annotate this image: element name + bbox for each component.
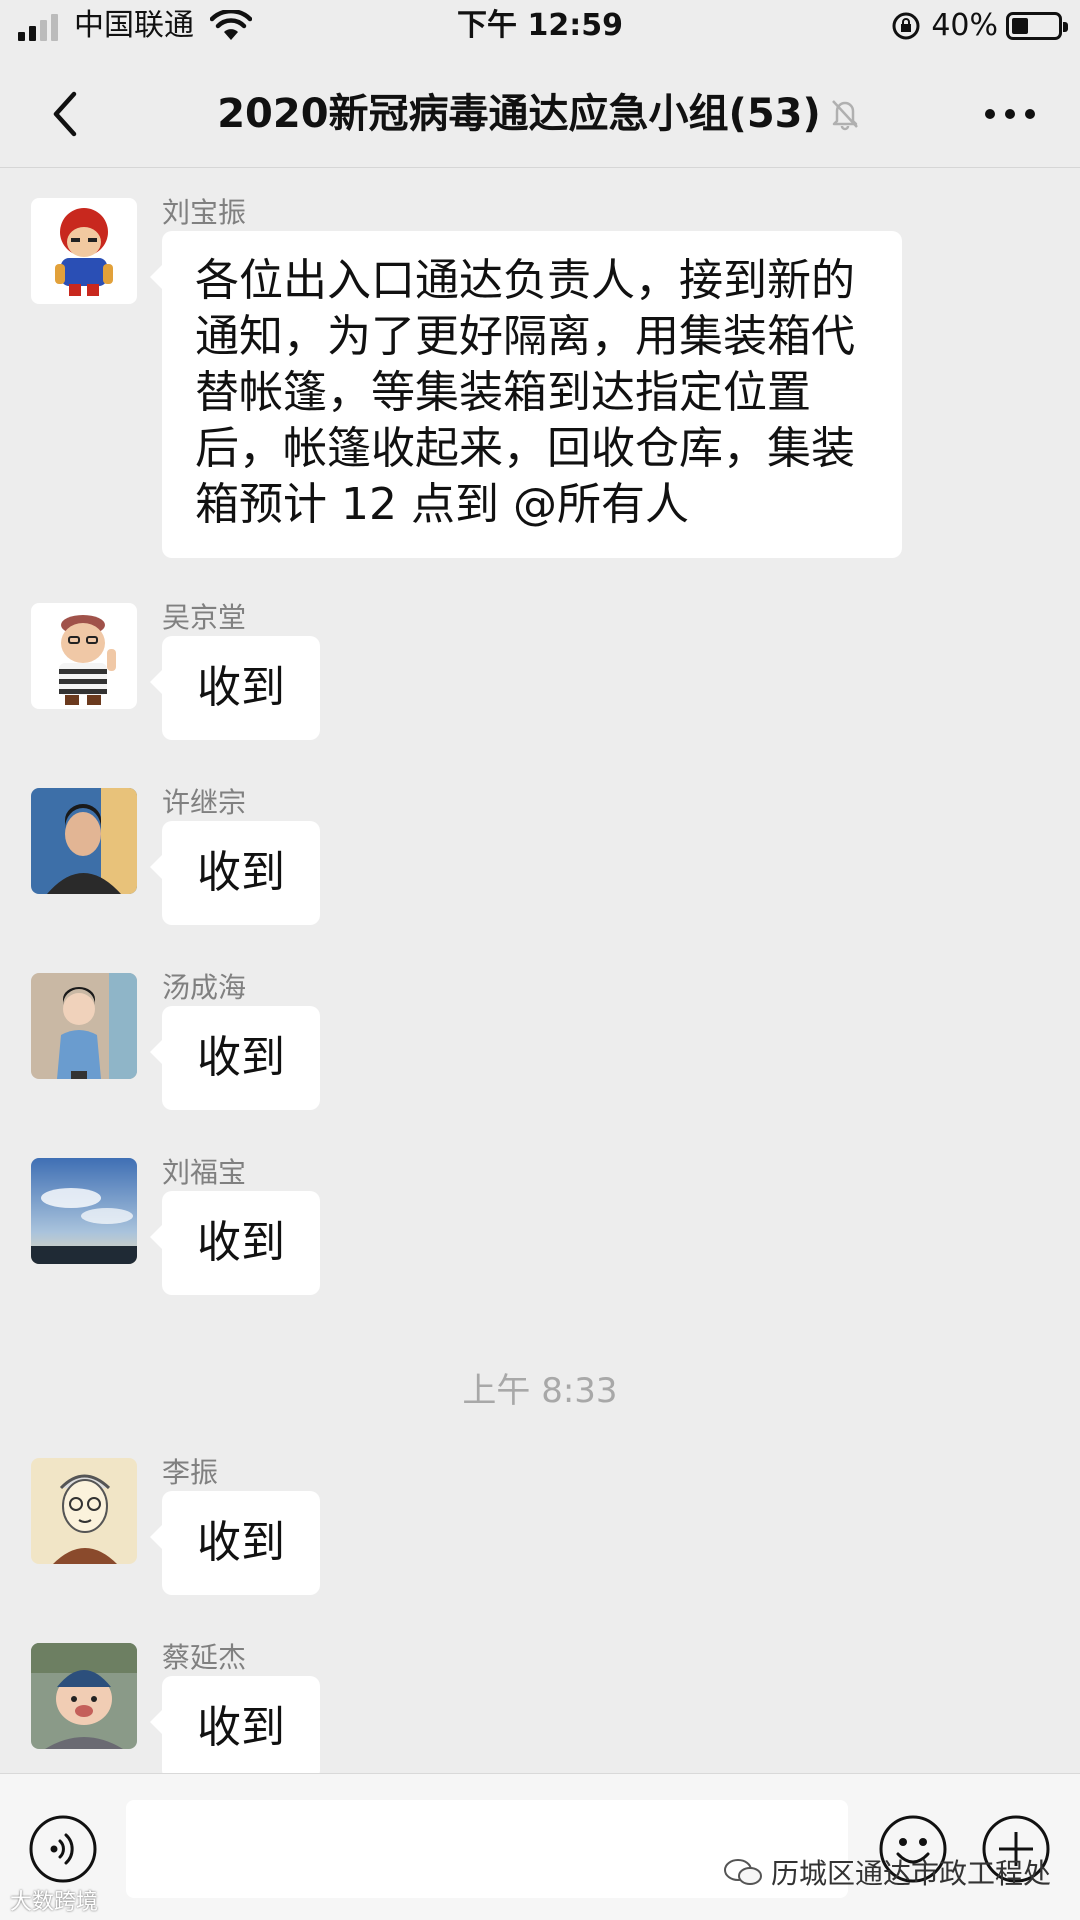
sender-name: 吴京堂 [162, 601, 247, 634]
battery-icon [1006, 12, 1068, 40]
input-bar [0, 1773, 1080, 1920]
chat-title: 2020新冠病毒通达应急小组(53) [0, 86, 1080, 142]
more-dots-icon[interactable] [980, 96, 1040, 132]
nav-bar: 2020新冠病毒通达应急小组(53) [0, 58, 1080, 168]
sketch-avatar[interactable] [31, 1458, 137, 1564]
photo-avatar[interactable] [31, 788, 137, 894]
account-watermark: 历城区通达市政工程处 [723, 1852, 1051, 1892]
message-bubble[interactable]: 收到 [150, 821, 320, 925]
chat-area[interactable]: 刘宝振 各位出入口通达负责人，接到新的通知，为了更好隔离，用集装箱代替帐篷，等集… [0, 168, 1080, 1773]
message-bubble[interactable]: 收到 [150, 636, 320, 740]
bell-off-icon [831, 100, 858, 131]
sender-name: 刘宝振 [162, 196, 247, 229]
message-bubble[interactable]: 收到 [150, 1491, 320, 1595]
child-photo-avatar[interactable] [31, 973, 137, 1079]
sender-name: 李振 [162, 1456, 219, 1489]
chat-title-text: 2020新冠病毒通达应急小组(53) [217, 91, 821, 137]
sender-name: 刘福宝 [162, 1156, 247, 1189]
wechat-logo-icon [724, 1859, 762, 1885]
sender-name: 蔡延杰 [162, 1641, 247, 1674]
cartoon-avatar[interactable] [31, 198, 137, 304]
sky-photo-avatar[interactable] [31, 1158, 137, 1264]
message-bubble[interactable]: 收到 [150, 1676, 320, 1773]
chat-timestamp: 上午 8:33 [462, 1371, 618, 1411]
cartoon-avatar[interactable] [31, 603, 137, 709]
status-right: 40% [891, 6, 1068, 46]
sender-name: 许继宗 [162, 786, 247, 819]
battery-percent: 40% [931, 8, 998, 43]
sender-name: 汤成海 [162, 971, 247, 1004]
account-watermark-text: 历城区通达市政工程处 [771, 1857, 1052, 1890]
status-bar: 中国联通 下午 12:59 40% [0, 0, 1080, 58]
message-bubble[interactable]: 收到 [150, 1006, 320, 1110]
message-bubble[interactable]: 各位出入口通达负责人，接到新的通知，为了更好隔离，用集装箱代替帐篷，等集装箱到达… [150, 231, 902, 558]
corner-watermark: 大数跨境 [10, 1890, 99, 1915]
message-bubble[interactable]: 收到 [150, 1191, 320, 1295]
baby-photo-avatar[interactable] [31, 1643, 137, 1749]
rotation-lock-icon [892, 12, 920, 40]
voice-icon[interactable] [28, 1814, 98, 1884]
